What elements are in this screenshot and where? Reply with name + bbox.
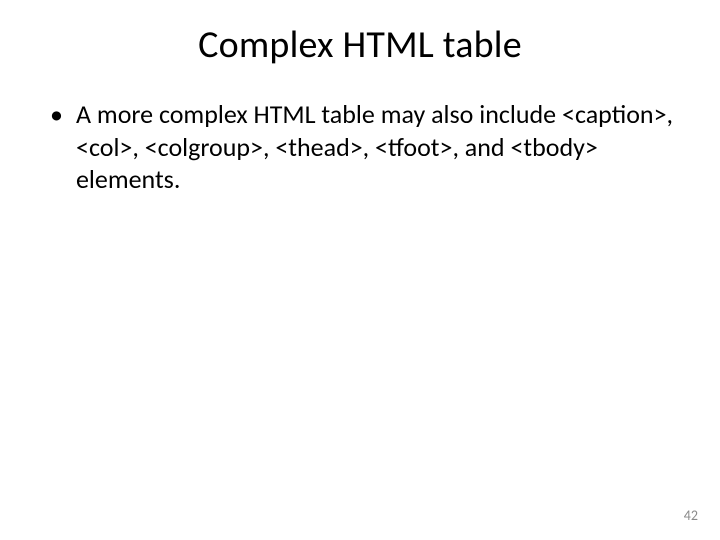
slide-body: A more complex HTML table may also inclu… [0,78,720,196]
bullet-list: A more complex HTML table may also inclu… [50,98,680,196]
slide-title: Complex HTML table [0,0,720,78]
list-item: A more complex HTML table may also inclu… [50,98,680,196]
page-number: 42 [684,507,698,524]
slide: Complex HTML table A more complex HTML t… [0,0,720,540]
